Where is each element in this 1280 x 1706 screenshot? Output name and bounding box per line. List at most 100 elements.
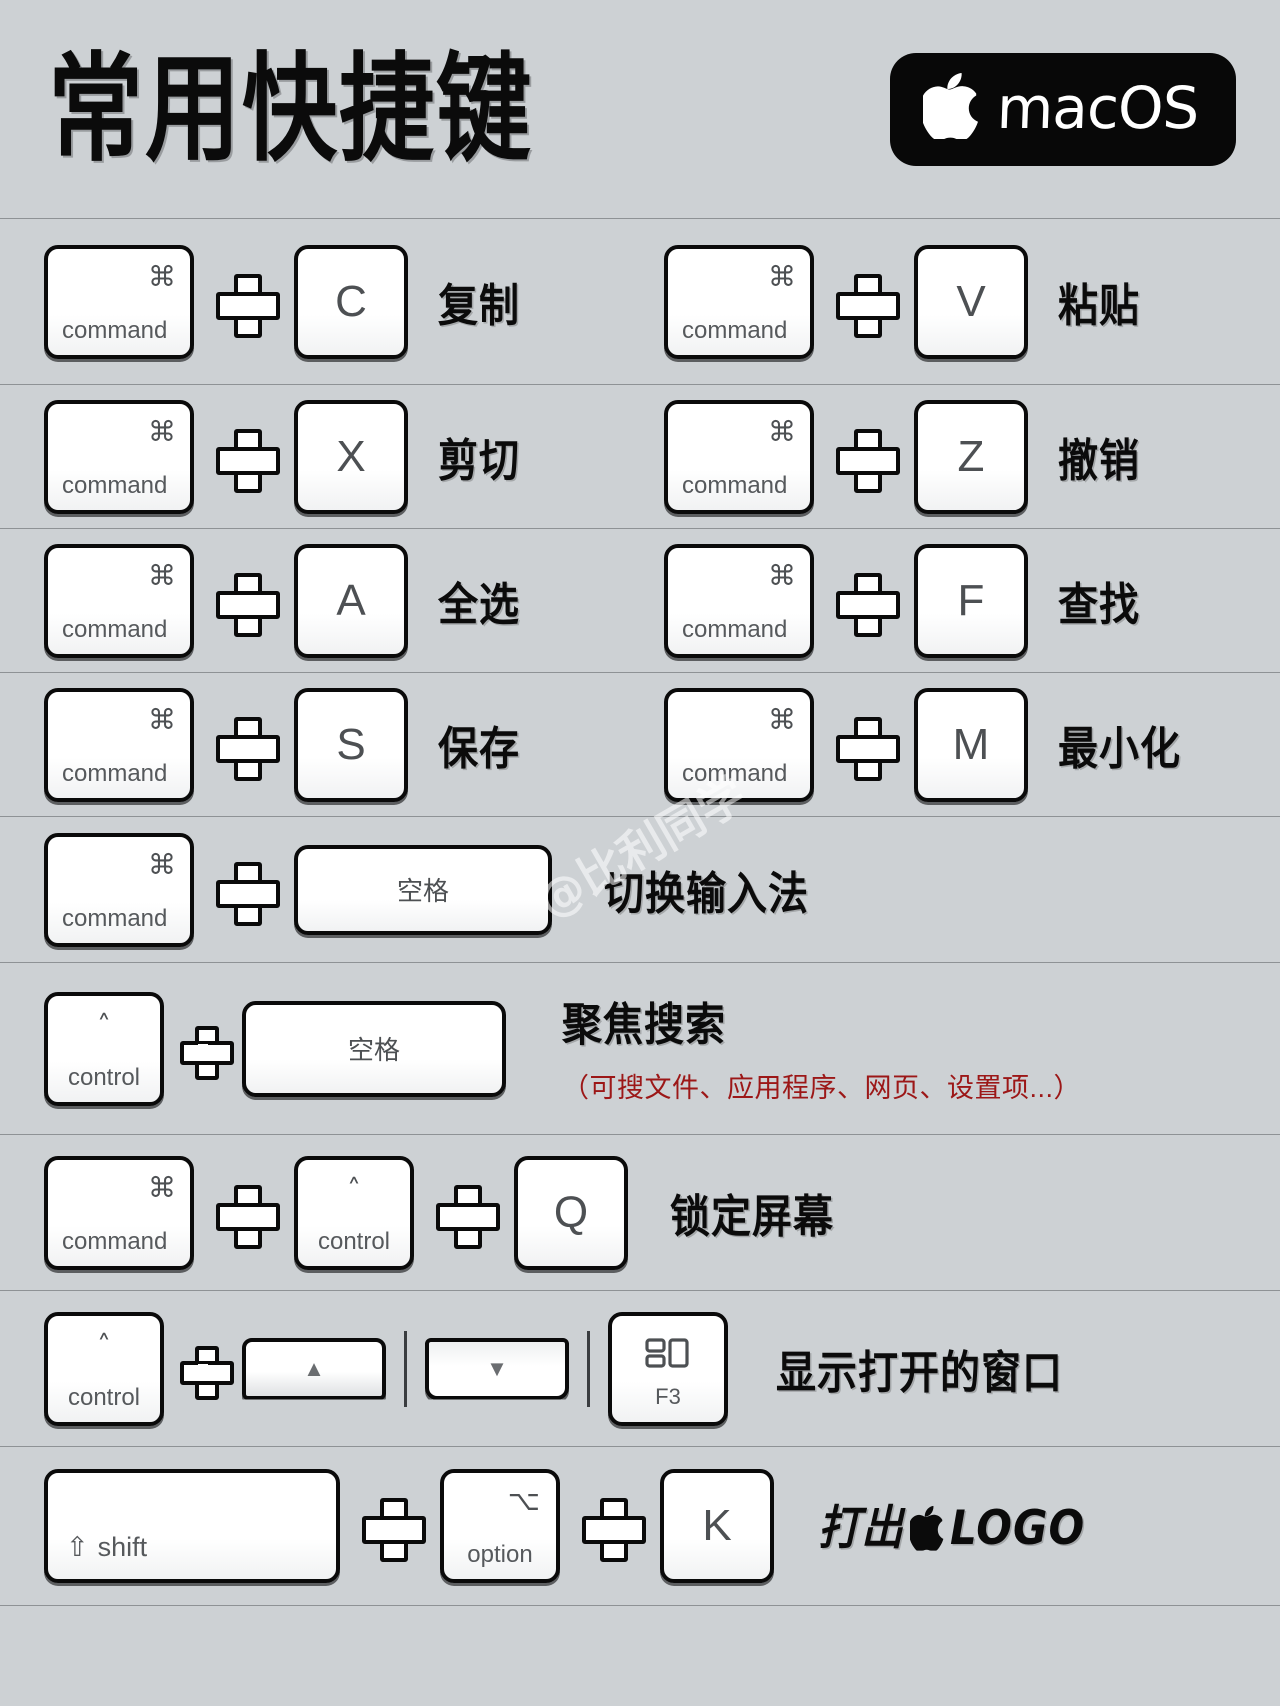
key-a-label: A bbox=[336, 575, 366, 625]
key-command-label: command bbox=[682, 759, 788, 787]
shortcut-label-copy: 复制 bbox=[438, 280, 520, 332]
plus-icon bbox=[216, 861, 280, 926]
key-q[interactable]: Q bbox=[514, 1155, 628, 1270]
key-command[interactable]: ⌘ command bbox=[664, 543, 814, 658]
table-row: ˄ control 空格 聚焦搜索 （可搜文件、应用程序、网页、设置项...） bbox=[0, 962, 1280, 1134]
key-f3-label: F3 bbox=[655, 1383, 681, 1409]
plus-icon bbox=[836, 572, 900, 637]
table-row: ˄ control ▲ ▼ F3 显示打开的窗口 bbox=[0, 1290, 1280, 1446]
shortcut-label-minimize: 最小化 bbox=[1058, 723, 1181, 775]
key-command-label: command bbox=[682, 316, 788, 344]
header: 常用快捷键 macOS bbox=[0, 0, 1280, 218]
macos-badge: macOS bbox=[890, 52, 1236, 166]
arrow-down-icon: ▼ bbox=[486, 1355, 508, 1381]
shortcut-label-apple-logo-post: LOGO bbox=[950, 1500, 1086, 1556]
key-command-label: command bbox=[62, 316, 168, 344]
key-k[interactable]: K bbox=[660, 1469, 774, 1583]
key-command-label: command bbox=[62, 615, 168, 643]
key-k-label: K bbox=[702, 1501, 732, 1550]
key-shift[interactable]: ⇧ shift bbox=[44, 1469, 340, 1583]
shortcut-label-undo: 撤销 bbox=[1058, 435, 1140, 487]
key-command-label: command bbox=[682, 471, 788, 499]
shortcut-label-paste: 粘贴 bbox=[1058, 280, 1140, 332]
key-x[interactable]: X bbox=[294, 399, 408, 514]
shortcut-label-cut: 剪切 bbox=[438, 435, 520, 487]
plus-icon bbox=[216, 716, 280, 781]
plus-icon bbox=[836, 428, 900, 493]
key-a[interactable]: A bbox=[294, 543, 408, 658]
command-glyph-icon: ⌘ bbox=[148, 558, 176, 592]
key-command[interactable]: ⌘ command bbox=[44, 244, 194, 359]
key-control[interactable]: ˄ control bbox=[44, 991, 164, 1106]
key-z[interactable]: Z bbox=[914, 399, 1028, 514]
key-command[interactable]: ⌘ command bbox=[44, 832, 194, 947]
shortcut-label-lock-screen: 锁定屏幕 bbox=[670, 1191, 834, 1243]
key-v[interactable]: V bbox=[914, 244, 1028, 359]
mission-control-icon bbox=[612, 1337, 724, 1371]
key-q-label: Q bbox=[553, 1187, 589, 1237]
key-z-label: Z bbox=[957, 431, 985, 481]
command-glyph-icon: ⌘ bbox=[148, 259, 176, 293]
table-row: ⌘ command S 保存 ⌘ command M 最小化 bbox=[0, 672, 1280, 816]
key-space-label: 空格 bbox=[347, 1035, 400, 1065]
key-control[interactable]: ˄ control bbox=[294, 1155, 414, 1270]
key-option-label: option bbox=[467, 1541, 533, 1568]
key-arrow-down[interactable]: ▼ bbox=[425, 1337, 569, 1400]
key-separator bbox=[587, 1330, 590, 1407]
shortcut-label-spotlight: 聚焦搜索 bbox=[562, 999, 726, 1052]
plus-icon bbox=[362, 1498, 426, 1562]
plus-icon bbox=[180, 1345, 234, 1400]
key-m-label: M bbox=[952, 719, 990, 769]
page-title: 常用快捷键 bbox=[48, 40, 534, 178]
plus-icon bbox=[836, 716, 900, 781]
plus-icon bbox=[216, 273, 280, 338]
key-space[interactable]: 空格 bbox=[242, 1000, 506, 1097]
arrow-up-icon: ▲ bbox=[303, 1355, 325, 1381]
key-space[interactable]: 空格 bbox=[294, 844, 552, 935]
shortcut-label-show-windows: 显示打开的窗口 bbox=[776, 1347, 1063, 1399]
control-glyph-icon: ˄ bbox=[97, 1328, 111, 1362]
key-c[interactable]: C bbox=[294, 244, 408, 359]
key-m[interactable]: M bbox=[914, 687, 1028, 802]
key-command[interactable]: ⌘ command bbox=[664, 244, 814, 359]
key-f[interactable]: F bbox=[914, 543, 1028, 658]
key-c-label: C bbox=[335, 276, 367, 326]
key-command[interactable]: ⌘ command bbox=[44, 399, 194, 514]
control-glyph-icon: ˄ bbox=[347, 1172, 361, 1206]
shortcut-label-find: 查找 bbox=[1058, 579, 1140, 631]
key-s[interactable]: S bbox=[294, 687, 408, 802]
key-command[interactable]: ⌘ command bbox=[664, 687, 814, 802]
key-command-label: command bbox=[62, 904, 168, 932]
key-f3[interactable]: F3 bbox=[608, 1311, 728, 1426]
control-glyph-icon: ˄ bbox=[97, 1008, 111, 1042]
macos-badge-label: macOS bbox=[996, 74, 1200, 142]
command-glyph-icon: ⌘ bbox=[148, 702, 176, 736]
key-command[interactable]: ⌘ command bbox=[664, 399, 814, 514]
shift-glyph-icon: ⇧ bbox=[66, 1532, 89, 1562]
key-s-label: S bbox=[336, 719, 366, 769]
key-control-label: control bbox=[67, 1063, 141, 1091]
shortcut-label-switch-input: 切换输入法 bbox=[604, 868, 809, 920]
key-command-label: command bbox=[62, 759, 168, 787]
key-control[interactable]: ˄ control bbox=[44, 1311, 164, 1426]
command-glyph-icon: ⌘ bbox=[148, 847, 176, 881]
key-f-label: F bbox=[957, 575, 985, 625]
table-row: ⌘ command ˄ control Q 锁定屏幕 bbox=[0, 1134, 1280, 1290]
key-shift-text: shift bbox=[97, 1532, 148, 1562]
key-arrow-up[interactable]: ▲ bbox=[242, 1337, 386, 1400]
key-command[interactable]: ⌘ command bbox=[44, 543, 194, 658]
command-glyph-icon: ⌘ bbox=[768, 558, 796, 592]
shortcut-label-block-spotlight: 聚焦搜索 （可搜文件、应用程序、网页、设置项...） bbox=[562, 992, 1081, 1105]
key-option[interactable]: ⌥ option bbox=[440, 1469, 560, 1583]
plus-icon bbox=[216, 572, 280, 637]
key-shift-label: ⇧ shift bbox=[66, 1534, 147, 1561]
key-separator bbox=[404, 1330, 407, 1407]
key-control-label: control bbox=[67, 1383, 141, 1411]
command-glyph-icon: ⌘ bbox=[768, 259, 796, 293]
option-glyph-icon: ⌥ bbox=[507, 1484, 540, 1517]
plus-icon bbox=[180, 1025, 234, 1080]
key-command[interactable]: ⌘ command bbox=[44, 687, 194, 802]
shortcut-sublabel-spotlight: （可搜文件、应用程序、网页、设置项...） bbox=[562, 1073, 1082, 1103]
key-command-label: command bbox=[682, 615, 788, 643]
key-command[interactable]: ⌘ command bbox=[44, 1155, 194, 1270]
